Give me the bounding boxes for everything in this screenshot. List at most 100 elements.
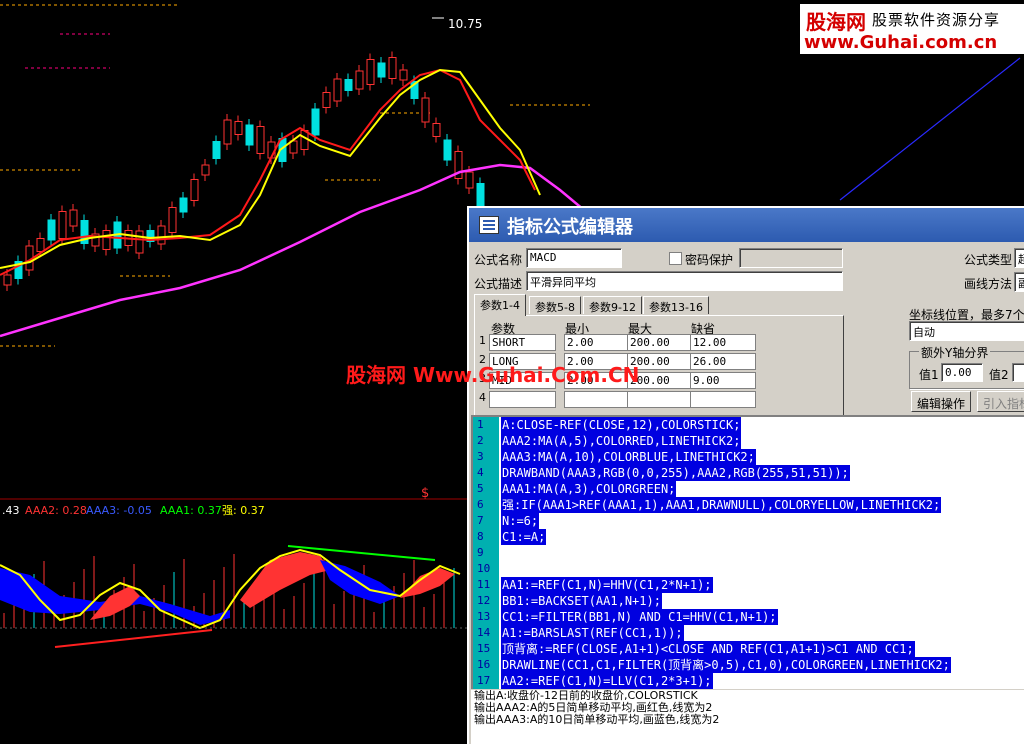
- val2-input[interactable]: [1012, 363, 1024, 382]
- candle-body: [465, 171, 474, 189]
- line-number: 17: [477, 674, 491, 687]
- param-default-field[interactable]: 26.00: [690, 353, 756, 370]
- param-row-number: 1: [479, 334, 486, 347]
- tab-params-1-4[interactable]: 参数1-4: [474, 294, 526, 316]
- band-red-2: [240, 552, 330, 608]
- line-number: 2: [477, 434, 484, 447]
- candle-body: [300, 130, 309, 150]
- code-text[interactable]: AAA3:MA(A,10),COLORBLUE,LINETHICK2;: [501, 449, 756, 465]
- param-max-field[interactable]: [627, 391, 693, 408]
- line-number: 12: [477, 594, 491, 607]
- param-max-field[interactable]: 200.00: [627, 334, 693, 351]
- candle-body: [157, 225, 166, 245]
- code-text[interactable]: A1:=BARSLAST(REF(CC1,1));: [501, 625, 684, 641]
- candle-body: [333, 78, 342, 102]
- val1-input[interactable]: 0.00: [941, 363, 983, 382]
- code-line[interactable]: 7 N:=6;: [473, 513, 1024, 529]
- code-line[interactable]: 12 BB1:=BACKSET(AA1,N+1);: [473, 593, 1024, 609]
- code-text[interactable]: BB1:=BACKSET(AA1,N+1);: [501, 593, 662, 609]
- line-number: 13: [477, 610, 491, 623]
- code-text[interactable]: AAA1:MA(A,3),COLORGREEN;: [501, 481, 677, 497]
- import-indicator-button[interactable]: 引入指标: [977, 391, 1024, 412]
- candlesticks: [3, 51, 485, 291]
- param-default-field[interactable]: 9.00: [690, 372, 756, 389]
- line-number: 4: [477, 466, 484, 479]
- code-line[interactable]: 9: [473, 545, 1024, 561]
- candle-body: [355, 70, 364, 90]
- candle-body: [47, 219, 56, 241]
- code-line[interactable]: 14 A1:=BARSLAST(REF(CC1,1));: [473, 625, 1024, 641]
- candle-body: [344, 79, 353, 91]
- param-min-field[interactable]: 2.00: [564, 334, 630, 351]
- line-number: 3: [477, 450, 484, 463]
- formula-name-input[interactable]: MACD: [526, 248, 622, 268]
- code-text[interactable]: CC1:=FILTER(BB1,N) AND C1=HHV(C1,N+1);: [501, 609, 778, 625]
- code-line[interactable]: 6 强:IF(AAA1>REF(AAA1,1),AAA1,DRAWNULL),CO…: [473, 497, 1024, 513]
- formula-type-label: 公式类型: [964, 253, 1013, 267]
- code-line[interactable]: 5 AAA1:MA(A,3),COLORGREEN;: [473, 481, 1024, 497]
- code-line[interactable]: 15 顶背离:=REF(CLOSE,A1+1)<CLOSE AND REF(C1,…: [473, 641, 1024, 657]
- code-text[interactable]: AAA2:MA(A,5),COLORRED,LINETHICK2;: [501, 433, 742, 449]
- line-number: 5: [477, 482, 484, 495]
- legend-qiang: 强: 0.37: [222, 504, 265, 517]
- code-line[interactable]: 11 AA1:=REF(C1,N)=HHV(C1,2*N+1);: [473, 577, 1024, 593]
- axis-pos-input[interactable]: 自动: [909, 321, 1024, 341]
- price-high-label: 10.75: [448, 17, 482, 31]
- band-blue-2: [320, 560, 400, 604]
- line-number: 7: [477, 514, 484, 527]
- red-divergence-line: [54, 629, 213, 648]
- param-min-field[interactable]: [564, 391, 630, 408]
- password-checkbox[interactable]: [669, 252, 682, 265]
- code-text[interactable]: DRAWBAND(AAA3,RGB(0,0,255),AAA2,RGB(255,…: [501, 465, 850, 481]
- line-number: 1: [477, 418, 484, 431]
- code-text[interactable]: N:=6;: [501, 513, 540, 529]
- draw-method-select[interactable]: 副: [1014, 272, 1024, 292]
- param-name-field[interactable]: [489, 391, 556, 408]
- line-number: 16: [477, 658, 491, 671]
- password-input[interactable]: [739, 248, 843, 268]
- edit-operation-button[interactable]: 编辑操作: [911, 391, 971, 412]
- code-text[interactable]: 强:IF(AAA1>REF(AAA1,1),AAA1,DRAWNULL),COL…: [501, 497, 942, 513]
- candle-body: [245, 124, 254, 146]
- candle-body: [58, 211, 67, 239]
- desc-line: 输出AAA3:A的10日简单移动平均,画蓝色,线宽为2: [474, 713, 720, 726]
- line-number: 8: [477, 530, 484, 543]
- code-line[interactable]: 13 CC1:=FILTER(BB1,N) AND C1=HHV(C1,N+1);: [473, 609, 1024, 625]
- tab-params-9-12[interactable]: 参数9-12: [583, 296, 642, 314]
- dialog-title: 指标公式编辑器: [507, 217, 633, 238]
- code-line[interactable]: 2 AAA2:MA(A,5),COLORRED,LINETHICK2;: [473, 433, 1024, 449]
- formula-editor-dialog[interactable]: 指标公式编辑器 公式名称 MACD 密码保护 公式类型 超 公式描述 平滑异同平…: [467, 206, 1024, 744]
- param-default-field[interactable]: [690, 391, 756, 408]
- line-number: 6: [477, 498, 484, 511]
- code-line[interactable]: 1 A:CLOSE-REF(CLOSE,12),COLORSTICK;: [473, 417, 1024, 433]
- dialog-titlebar[interactable]: 指标公式编辑器: [469, 208, 1024, 242]
- code-text[interactable]: A:CLOSE-REF(CLOSE,12),COLORSTICK;: [501, 417, 742, 433]
- code-line[interactable]: 17 AA2:=REF(C1,N)=LLV(C1,2*3+1);: [473, 673, 1024, 689]
- param-default-field[interactable]: 12.00: [690, 334, 756, 351]
- code-text[interactable]: AA2:=REF(C1,N)=LLV(C1,2*3+1);: [501, 673, 713, 689]
- candle-body: [223, 119, 232, 145]
- val2-label: 值2: [989, 368, 1009, 382]
- candle-body: [476, 183, 485, 207]
- code-line[interactable]: 8 C1:=A;: [473, 529, 1024, 545]
- code-line[interactable]: 10: [473, 561, 1024, 577]
- band-red-3: [400, 568, 455, 598]
- candle-body: [212, 141, 221, 159]
- code-line[interactable]: 3 AAA3:MA(A,10),COLORBLUE,LINETHICK2;: [473, 449, 1024, 465]
- formula-desc-input[interactable]: 平滑异同平均: [526, 271, 843, 291]
- tab-params-5-8[interactable]: 参数5-8: [529, 296, 581, 314]
- tab-params-13-16[interactable]: 参数13-16: [643, 296, 709, 314]
- legend-aaa2: AAA2: 0.28: [25, 504, 87, 517]
- code-line[interactable]: 4 DRAWBAND(AAA3,RGB(0,0,255),AAA2,RGB(255…: [473, 465, 1024, 481]
- formula-type-select[interactable]: 超: [1014, 248, 1024, 268]
- code-text[interactable]: AA1:=REF(C1,N)=HHV(C1,2*N+1);: [501, 577, 713, 593]
- param-row-number: 4: [479, 391, 486, 404]
- code-editor[interactable]: 1 A:CLOSE-REF(CLOSE,12),COLORSTICK; 2 AAA2:…: [471, 415, 1024, 689]
- code-text[interactable]: 顶背离:=REF(CLOSE,A1+1)<CLOSE AND REF(C1,A1…: [501, 641, 915, 657]
- code-text[interactable]: C1:=A;: [501, 529, 547, 545]
- code-text[interactable]: DRAWLINE(CC1,C1,FILTER(顶背离>0,5),C1,0),CO…: [501, 657, 951, 673]
- code-line[interactable]: 16 DRAWLINE(CC1,C1,FILTER(顶背离>0,5),C1,0),…: [473, 657, 1024, 673]
- watermark-center: 股海网 Www.Guhai.Com.CN: [346, 363, 640, 387]
- param-name-field[interactable]: SHORT: [489, 334, 556, 351]
- line-number: 11: [477, 578, 491, 591]
